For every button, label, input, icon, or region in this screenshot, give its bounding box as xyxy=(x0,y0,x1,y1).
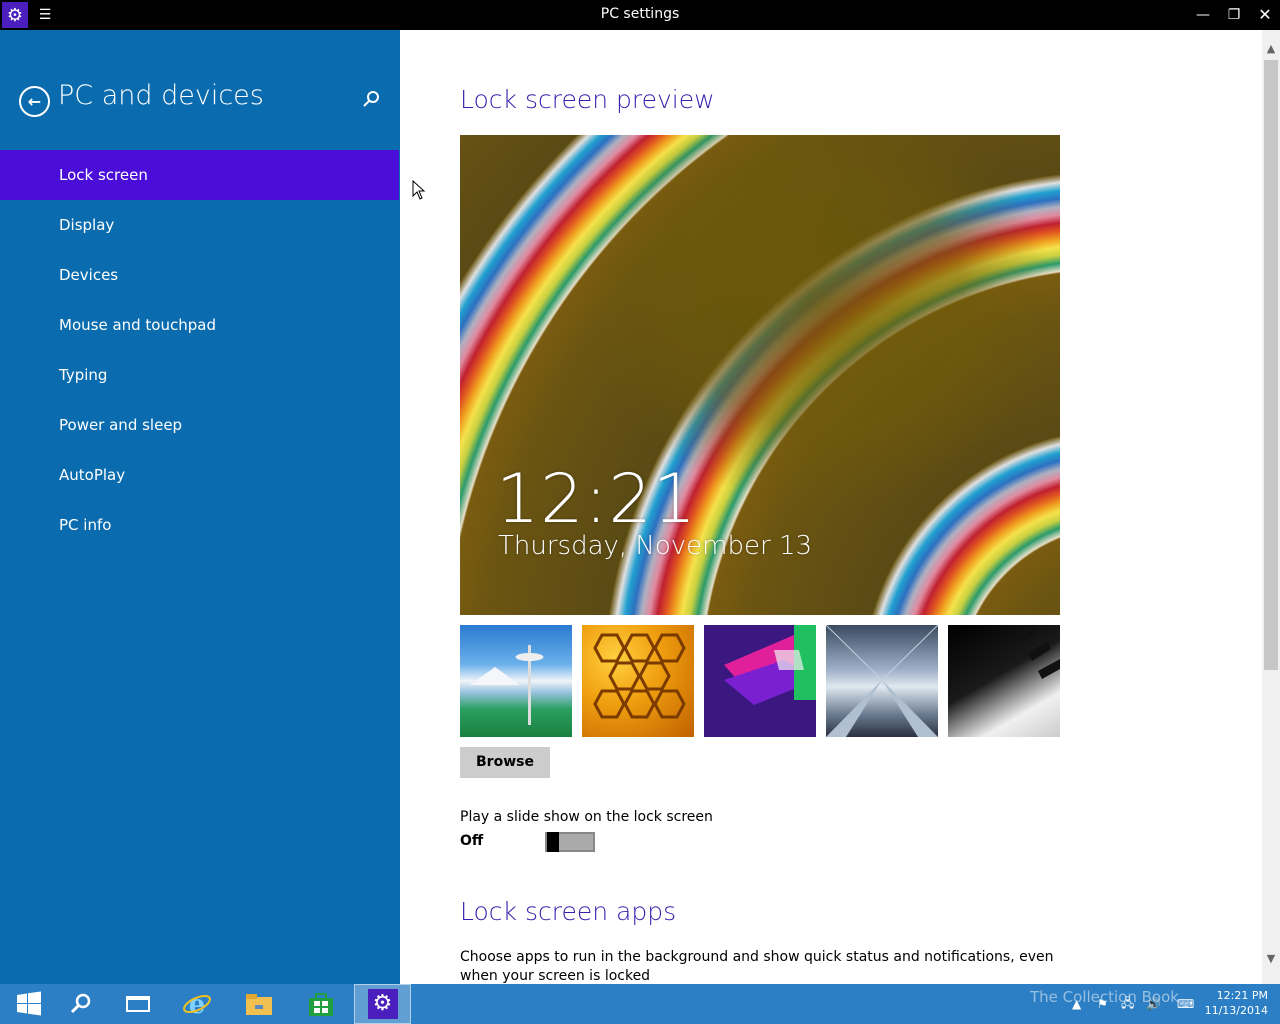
gear-icon: ⚙ xyxy=(367,989,398,1019)
internet-explorer-button[interactable]: e xyxy=(168,984,225,1024)
preview-time: 12:21 xyxy=(496,460,697,539)
restore-button[interactable]: ❐ xyxy=(1222,3,1246,27)
main-content: Lock screen preview 12:21 Thursday, Nove… xyxy=(400,30,1262,984)
sidebar-title: PC and devices xyxy=(58,80,264,111)
mouse-cursor-icon xyxy=(412,180,426,200)
system-clock[interactable]: 12:21 PM 11/13/2014 xyxy=(1202,988,1268,1018)
clock-time: 12:21 PM xyxy=(1216,989,1268,1002)
sidebar-item-display[interactable]: Display xyxy=(0,200,400,250)
store-icon xyxy=(308,993,333,1016)
background-thumbnails xyxy=(460,625,1060,737)
browse-button[interactable]: Browse xyxy=(460,747,550,778)
task-view-icon xyxy=(125,996,150,1012)
sidebar: ← PC and devices Lock screen Display Dev… xyxy=(0,30,400,984)
back-arrow-icon: ← xyxy=(27,92,42,111)
slideshow-state: Off xyxy=(460,833,484,849)
search-icon xyxy=(70,993,90,1014)
lock-screen-preview-heading: Lock screen preview xyxy=(460,85,715,114)
sidebar-item-pc-info[interactable]: PC info xyxy=(0,500,400,550)
sidebar-item-lock-screen[interactable]: Lock screen xyxy=(0,150,399,200)
close-button[interactable]: ✕ xyxy=(1253,3,1277,27)
thumbnail-train-tunnel[interactable] xyxy=(826,625,938,737)
toggle-knob xyxy=(547,832,559,852)
lock-screen-preview: 12:21 Thursday, November 13 xyxy=(460,135,1060,615)
back-button[interactable]: ← xyxy=(19,86,50,117)
slideshow-toggle[interactable] xyxy=(545,832,595,852)
start-button[interactable] xyxy=(0,984,57,1024)
file-explorer-button[interactable] xyxy=(230,984,287,1024)
title-bar: ⚙ ☰ PC settings — ❐ ✕ xyxy=(0,0,1280,30)
scroll-thumb[interactable] xyxy=(1264,60,1278,670)
lock-screen-apps-heading: Lock screen apps xyxy=(460,897,677,926)
sidebar-item-devices[interactable]: Devices xyxy=(0,250,400,300)
keyboard-icon[interactable]: ⌨ xyxy=(1177,984,1194,1024)
sidebar-item-autoplay[interactable]: AutoPlay xyxy=(0,450,400,500)
sidebar-item-power-and-sleep[interactable]: Power and sleep xyxy=(0,400,400,450)
sidebar-item-mouse-and-touchpad[interactable]: Mouse and touchpad xyxy=(0,300,400,350)
thumbnail-piano[interactable] xyxy=(948,625,1060,737)
search-icon[interactable] xyxy=(362,90,380,108)
vertical-scrollbar[interactable]: ▲ ▼ xyxy=(1262,30,1280,984)
lock-screen-apps-description: Choose apps to run in the background and… xyxy=(460,949,1054,984)
minimize-button[interactable]: — xyxy=(1191,3,1215,27)
clock-date: 11/13/2014 xyxy=(1204,1004,1268,1017)
slideshow-label: Play a slide show on the lock screen xyxy=(460,809,713,825)
sidebar-nav: Lock screen Display Devices Mouse and to… xyxy=(0,150,400,550)
thumbnail-space-needle[interactable] xyxy=(460,625,572,737)
store-button[interactable] xyxy=(292,984,349,1024)
scroll-up-icon[interactable]: ▲ xyxy=(1262,40,1280,58)
task-view-button[interactable] xyxy=(109,984,166,1024)
preview-date: Thursday, November 13 xyxy=(498,531,813,561)
folder-icon xyxy=(245,994,272,1015)
thumbnail-geometric[interactable] xyxy=(704,625,816,737)
scroll-down-icon[interactable]: ▼ xyxy=(1262,950,1280,968)
sidebar-item-typing[interactable]: Typing xyxy=(0,350,400,400)
internet-explorer-icon: e xyxy=(182,990,211,1019)
watermark: The Collection Book xyxy=(1030,988,1179,1006)
taskbar-search-button[interactable] xyxy=(52,984,109,1024)
pc-settings-taskbar-button[interactable]: ⚙ xyxy=(354,984,411,1024)
window-title: PC settings xyxy=(600,6,680,22)
svg-text:e: e xyxy=(188,990,205,1019)
thumbnail-honeycomb[interactable] xyxy=(582,625,694,737)
windows-logo-icon xyxy=(16,991,41,1016)
